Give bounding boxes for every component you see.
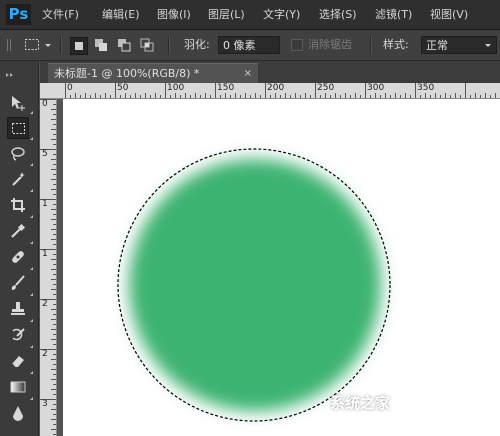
options-bar: 羽化: 0 像素 消除锯齿 样式: 正常 xyxy=(0,30,500,61)
healing-brush-icon[interactable] xyxy=(7,246,29,268)
watermark: 系统之家 xyxy=(330,394,391,412)
magic-wand-icon[interactable] xyxy=(7,168,29,190)
menu-layer[interactable]: 图层(L) xyxy=(208,6,245,24)
menu-type[interactable]: 文字(Y) xyxy=(263,6,300,24)
history-brush-icon[interactable] xyxy=(7,324,29,346)
feather-label: 羽化: xyxy=(184,38,210,51)
ruler-v-label: 3 xyxy=(42,399,48,409)
style-label: 样式: xyxy=(383,38,409,51)
menu-view[interactable]: 视图(V) xyxy=(430,6,468,24)
menu-filter[interactable]: 滤镜(T) xyxy=(375,6,412,24)
ruler-h-label: 300 xyxy=(367,83,385,93)
tool-group-markers xyxy=(30,111,33,400)
antialias-label: 消除锯齿 xyxy=(308,38,352,51)
gradient-tool-icon[interactable] xyxy=(7,376,29,398)
ruler-v-label: 2 xyxy=(42,349,48,359)
divider xyxy=(370,36,372,54)
eraser-icon[interactable] xyxy=(7,350,29,372)
style-select-value: 正常 xyxy=(426,39,448,52)
crop-tool-icon[interactable] xyxy=(7,194,29,216)
blur-tool-icon[interactable] xyxy=(7,402,29,424)
menu-select[interactable]: 选择(S) xyxy=(319,6,357,24)
vertical-ruler: 0 5 1 1 2 2 3 xyxy=(40,99,57,436)
ruler-h-label: 50 xyxy=(117,83,129,93)
rect-marquee-preset-icon[interactable] xyxy=(24,37,40,53)
new-selection-icon[interactable] xyxy=(70,37,88,55)
collapse-icon[interactable] xyxy=(4,63,34,77)
ruler-v-label: 0 xyxy=(42,99,48,109)
chevron-down-icon xyxy=(484,37,492,59)
ruler-h-label: 150 xyxy=(217,83,235,93)
menu-image[interactable]: 图像(I) xyxy=(157,6,191,24)
ruler-h-label: 0 xyxy=(67,83,73,93)
grip-icon xyxy=(6,37,12,53)
ruler-v-label: 1 xyxy=(42,199,48,209)
menu-edit[interactable]: 编辑(E) xyxy=(102,6,140,24)
document-canvas[interactable] xyxy=(63,99,500,436)
toolbox xyxy=(0,61,39,436)
eyedropper-icon[interactable] xyxy=(7,220,29,242)
ruler-v-label: 1 xyxy=(42,249,48,259)
feather-input[interactable]: 0 像素 xyxy=(218,36,280,54)
app-logo[interactable]: Ps xyxy=(6,4,31,25)
ruler-v-label: 5 xyxy=(42,149,48,159)
ruler-h-label: 200 xyxy=(267,83,285,93)
menu-bar: Ps 文件(F) 编辑(E) 图像(I) 图层(L) 文字(Y) 选择(S) 滤… xyxy=(0,0,500,30)
style-select[interactable]: 正常 xyxy=(421,36,497,54)
move-tool-icon[interactable] xyxy=(7,92,29,114)
subtract-from-selection-icon[interactable] xyxy=(116,37,132,53)
ruler-v-label: 2 xyxy=(42,299,48,309)
clone-stamp-icon[interactable] xyxy=(7,298,29,320)
chevron-down-icon[interactable] xyxy=(43,37,53,53)
divider xyxy=(60,36,62,54)
antialias-checkbox[interactable] xyxy=(291,39,303,51)
document-tab[interactable]: 未标题-1 @ 100%(RGB/8) * × xyxy=(48,63,258,83)
brush-tool-icon[interactable] xyxy=(7,272,29,294)
close-icon[interactable]: × xyxy=(244,64,252,83)
lasso-tool-icon[interactable] xyxy=(7,143,29,165)
horizontal-ruler: 0 50 100 150 200 250 300 350 xyxy=(48,83,500,99)
ruler-h-label: 100 xyxy=(167,83,185,93)
ruler-h-label: 350 xyxy=(417,83,435,93)
document-tabs: 未标题-1 @ 100%(RGB/8) * × xyxy=(40,61,500,83)
green-circle-shape xyxy=(129,159,381,411)
menu-file[interactable]: 文件(F) xyxy=(42,6,79,24)
canvas-artwork xyxy=(117,148,391,422)
add-to-selection-icon[interactable] xyxy=(93,37,109,53)
ruler-h-label: 250 xyxy=(317,83,335,93)
divider xyxy=(168,36,170,54)
intersect-selection-icon[interactable] xyxy=(139,37,155,53)
rect-marquee-tool-icon[interactable] xyxy=(7,117,29,139)
document-tab-title: 未标题-1 @ 100%(RGB/8) * xyxy=(54,67,200,80)
